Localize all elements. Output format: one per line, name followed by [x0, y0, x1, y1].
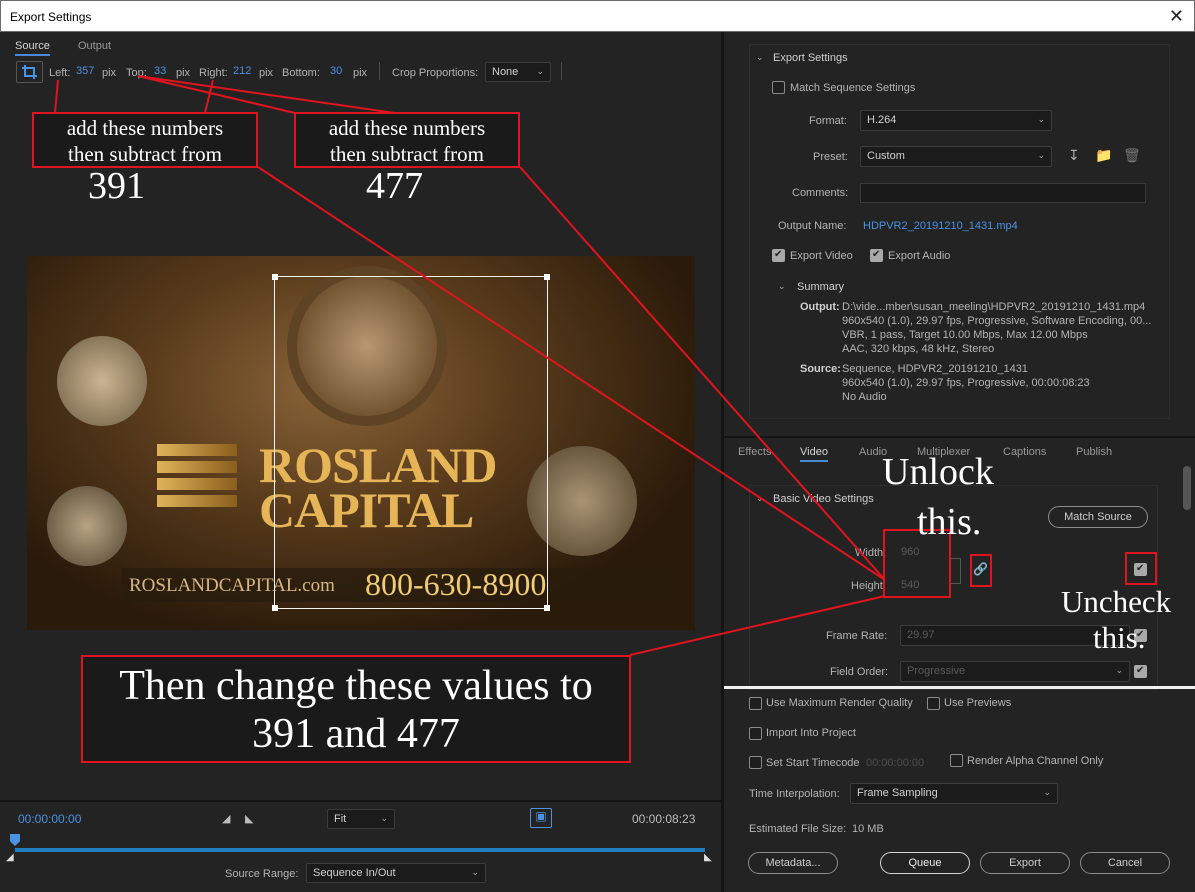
annotation-text: Then change these values to [119, 663, 593, 709]
annotation-uncheck: Uncheck [1061, 584, 1172, 619]
annotation-target-391: 391 [88, 165, 145, 207]
annotation-unlock: this. [917, 501, 982, 543]
annotation-text: then subtract from [68, 142, 222, 166]
annotation-box: add these numbers then subtract from [32, 112, 258, 168]
annotation-box: add these numbers then subtract from [294, 112, 520, 168]
annotation-text: add these numbers [66, 116, 224, 140]
annotation-uncheck: this. [1093, 620, 1146, 655]
annotation-target-477: 477 [366, 165, 423, 207]
annotation-box: Then change these values to 391 and 477 [81, 655, 631, 763]
annotation-unlock: Unlock [882, 451, 994, 493]
annotation-text: add these numbers [328, 116, 486, 140]
annotation-text: 391 and 477 [252, 711, 460, 757]
